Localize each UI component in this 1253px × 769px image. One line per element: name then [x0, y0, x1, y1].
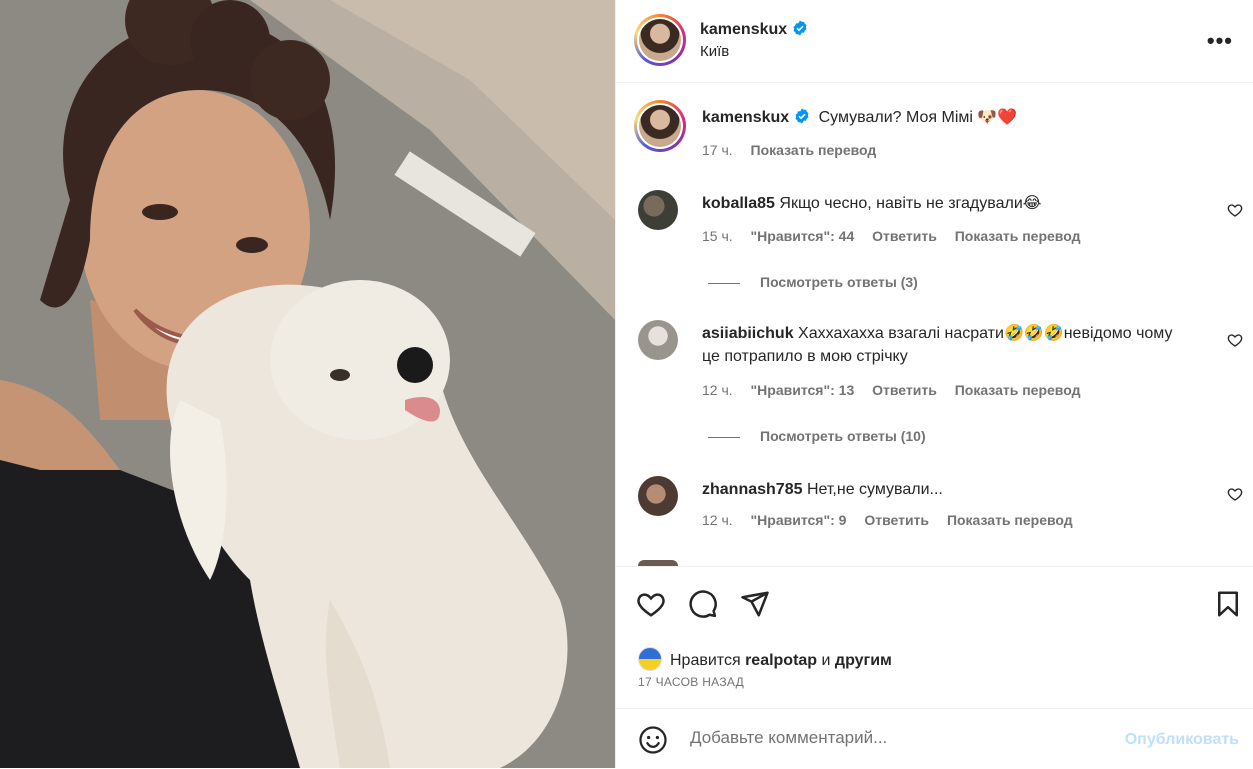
liked-by-and: и: [821, 652, 831, 669]
share-icon[interactable]: [740, 589, 770, 619]
comment-meta: 12 ч. "Нравится": 9 Ответить Показать пе…: [702, 512, 1087, 528]
comment-reply-link[interactable]: Ответить: [864, 512, 929, 528]
publish-button[interactable]: Опубликовать: [1125, 731, 1239, 749]
comment-avatar[interactable]: [638, 476, 678, 516]
bookmark-icon[interactable]: [1213, 589, 1243, 619]
post-photo[interactable]: [0, 0, 615, 768]
post-timestamp[interactable]: 17 ЧАСОВ НАЗАД: [638, 675, 744, 689]
post-actions: Нравится realpotap и другим 17 ЧАСОВ НАЗ…: [616, 566, 1253, 707]
comment-meta: 15 ч. "Нравится": 44 Ответить Показать п…: [702, 228, 1094, 244]
comment-reply-link[interactable]: Ответить: [872, 228, 937, 244]
post-photo-illustration: [0, 0, 615, 768]
caption-translate-link[interactable]: Показать перевод: [751, 142, 877, 158]
comment-icon[interactable]: [688, 589, 718, 619]
comment-body: Нет,не сумували...: [806, 481, 943, 498]
author-avatar[interactable]: [634, 14, 686, 66]
caption-avatar[interactable]: [634, 100, 686, 152]
liked-by-others[interactable]: другим: [835, 652, 892, 669]
heart-icon[interactable]: [636, 589, 666, 619]
view-replies-link[interactable]: Посмотреть ответы (3): [708, 274, 918, 290]
comment-text: zhannash785 Нет,не сумували...: [702, 478, 1193, 501]
comment-like-heart-icon[interactable]: [1227, 202, 1243, 218]
comment-like-heart-icon[interactable]: [1227, 486, 1243, 502]
comment-likes[interactable]: "Нравится": 44: [751, 228, 855, 244]
comment-avatar[interactable]: [638, 190, 678, 230]
emoji-icon[interactable]: [638, 725, 668, 755]
comment-time[interactable]: 12 ч.: [702, 512, 733, 528]
liked-by-user[interactable]: realpotap: [745, 652, 817, 669]
comment-username[interactable]: koballa85: [702, 195, 775, 212]
more-icon[interactable]: •••: [1207, 28, 1233, 54]
comment-text: asiiabiichuk Хаххахахха взагалі насрати🤣…: [702, 322, 1193, 368]
verified-badge-icon: [795, 108, 809, 124]
post-header: kamenskux Київ •••: [616, 0, 1253, 83]
caption-body: Сумували? Моя Мімі 🐶❤️: [818, 109, 1018, 126]
comment-body: Якщо чесно, навіть не згадували😂: [779, 195, 1042, 212]
post-side-panel: kamenskux Київ ••• kamenskux Сумували? М…: [615, 0, 1253, 768]
comment-likes[interactable]: "Нравится": 9: [751, 512, 847, 528]
author-username[interactable]: kamenskux: [700, 21, 787, 38]
comment-translate-link[interactable]: Показать перевод: [955, 382, 1081, 398]
verified-badge-icon: [793, 20, 807, 36]
liked-by-line: Нравится realpotap и другим: [638, 647, 892, 671]
caption-time[interactable]: 17 ч.: [702, 142, 733, 158]
comment-input[interactable]: [688, 727, 1112, 749]
comment-time[interactable]: 12 ч.: [702, 382, 733, 398]
comment-translate-link[interactable]: Показать перевод: [955, 228, 1081, 244]
liker-avatar[interactable]: [638, 647, 662, 671]
comment-time[interactable]: 15 ч.: [702, 228, 733, 244]
comment-text: koballa85 Якщо чесно, навіть не згадувал…: [702, 192, 1193, 215]
caption-meta: 17 ч. Показать перевод: [702, 142, 890, 158]
comment-username[interactable]: asiiabiichuk: [702, 325, 794, 342]
comment-username[interactable]: zhannash785: [702, 481, 802, 498]
caption-text: kamenskux Сумували? Моя Мімі 🐶❤️: [702, 106, 1193, 129]
comment-reply-link[interactable]: Ответить: [872, 382, 937, 398]
view-replies-link[interactable]: Посмотреть ответы (10): [708, 428, 926, 444]
post-location[interactable]: Київ: [700, 43, 808, 60]
comment-translate-link[interactable]: Показать перевод: [947, 512, 1073, 528]
add-comment-bar: Опубликовать: [616, 708, 1253, 769]
comment-likes[interactable]: "Нравится": 13: [751, 382, 855, 398]
comment-avatar[interactable]: [638, 320, 678, 360]
comment-meta: 12 ч. "Нравится": 13 Ответить Показать п…: [702, 382, 1094, 398]
comment-like-heart-icon[interactable]: [1227, 332, 1243, 348]
caption-username[interactable]: kamenskux: [702, 109, 789, 126]
liked-by-prefix: Нравится: [670, 652, 741, 669]
